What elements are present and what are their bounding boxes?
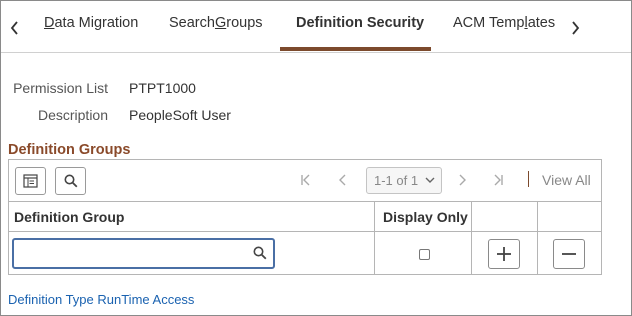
active-tab-indicator [280, 47, 431, 51]
page-selector[interactable]: 1-1 of 1 [366, 167, 442, 194]
previous-page-icon[interactable] [335, 172, 351, 188]
permission-list-value: PTPT1000 [129, 80, 196, 96]
column-header-display-only: Display Only [383, 209, 468, 225]
chevron-down-icon [425, 177, 435, 183]
view-all-link[interactable]: View All [542, 172, 591, 188]
search-icon [64, 174, 77, 188]
lookup-search-icon[interactable] [253, 246, 267, 260]
delete-row-button[interactable] [553, 239, 585, 269]
definition-type-runtime-access-link[interactable]: Definition Type RunTime Access [8, 292, 194, 307]
tab-definition-security[interactable]: Definition Security [296, 1, 424, 53]
permission-list-label: Permission List [13, 80, 108, 96]
minus-icon [562, 253, 576, 255]
tab-data-migration[interactable]: Data Migration [44, 1, 138, 53]
grid-header-row: Definition Group Display Only [9, 202, 601, 232]
first-page-icon[interactable] [298, 172, 314, 188]
personalize-grid-button[interactable] [15, 167, 46, 195]
description-label: Description [37, 107, 108, 123]
page-selector-text: 1-1 of 1 [374, 173, 419, 188]
grid-settings-icon [22, 174, 38, 188]
column-header-definition-group: Definition Group [14, 209, 125, 225]
next-page-icon[interactable] [454, 172, 470, 188]
tab-search-groups[interactable]: Search Groups [169, 1, 263, 53]
find-in-grid-button[interactable] [55, 167, 86, 195]
tab-scroll-right-icon[interactable] [565, 17, 585, 39]
toolbar-divider [528, 171, 529, 187]
definition-groups-title: Definition Groups [8, 142, 131, 158]
tab-acm-templates[interactable]: ACM Temp l ates [453, 1, 555, 53]
table-row [9, 233, 601, 275]
description-value: PeopleSoft User [129, 107, 231, 123]
display-only-checkbox[interactable] [419, 249, 430, 260]
plus-icon [497, 247, 511, 261]
definition-groups-grid: 1-1 of 1 View All Definition Group Displ… [8, 159, 602, 275]
add-row-button[interactable] [488, 239, 520, 269]
tab-scroll-left-icon[interactable] [5, 17, 25, 39]
grid-toolbar: 1-1 of 1 View All [9, 160, 601, 202]
last-page-icon[interactable] [490, 172, 506, 188]
tab-bar: Data Migration Search Groups Definition … [1, 1, 631, 53]
definition-group-input[interactable] [12, 238, 275, 269]
